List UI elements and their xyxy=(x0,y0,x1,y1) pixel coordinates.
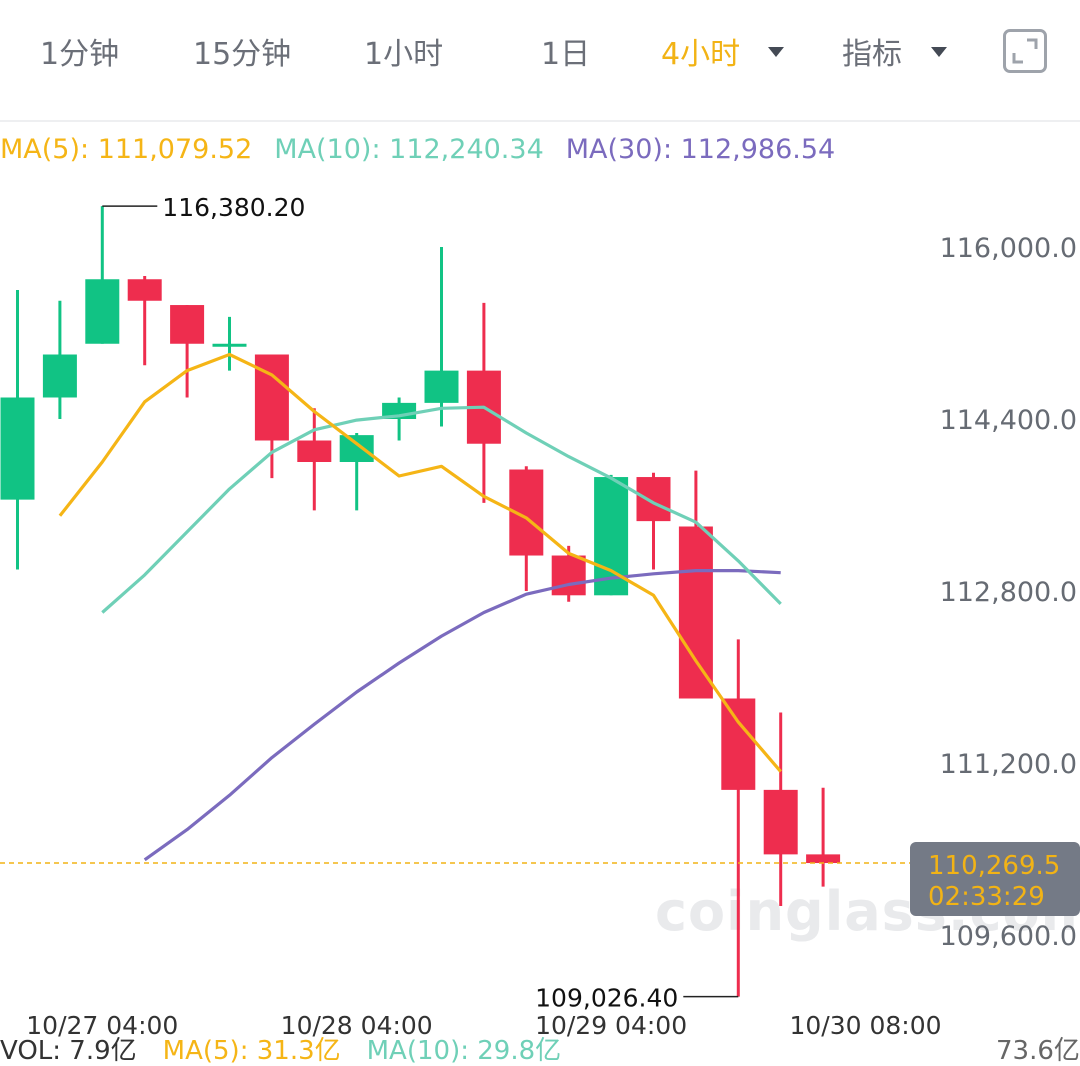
high-price-label: 116,380.20 xyxy=(162,193,305,222)
volume-legend: VOL: 7.9亿 MA(5): 31.3亿 MA(10): 29.8亿 xyxy=(0,1036,587,1066)
candle-body xyxy=(636,477,671,522)
candle-body xyxy=(424,370,459,403)
vol-value: VOL: 7.9亿 xyxy=(0,1036,137,1066)
candle-body xyxy=(127,279,162,301)
vol-axis-value: 73.6亿 xyxy=(996,1036,1080,1066)
candle-body xyxy=(551,555,586,596)
candle-body xyxy=(42,354,77,398)
candle-body xyxy=(721,698,756,790)
low-price-label: 109,026.40 xyxy=(535,984,678,1013)
candle-body xyxy=(212,343,247,347)
y-axis-label: 112,800.0 xyxy=(940,577,1077,608)
y-axis-label: 111,200.0 xyxy=(940,749,1077,780)
candle-body xyxy=(0,397,35,500)
current-price: 110,269.5 xyxy=(928,851,1061,881)
candle-body xyxy=(806,854,841,864)
candle-body xyxy=(297,440,332,462)
candle-body xyxy=(678,526,713,699)
current-price-tag: 110,269.5 02:33:29 xyxy=(910,842,1080,916)
vol-ma5: MA(5): 31.3亿 xyxy=(162,1036,341,1066)
candle-countdown: 02:33:29 xyxy=(928,882,1045,912)
y-axis-label: 109,600.0 xyxy=(940,921,1077,952)
candle-body xyxy=(170,305,205,344)
candle-body xyxy=(339,435,374,462)
candle-body xyxy=(763,789,798,855)
x-axis-label: 10/30 08:00 xyxy=(789,1011,941,1040)
vol-ma10: MA(10): 29.8亿 xyxy=(366,1036,562,1066)
ma5-line xyxy=(58,352,782,773)
candle-body xyxy=(85,279,120,344)
y-axis-label: 114,400.0 xyxy=(940,405,1077,436)
y-axis-label: 116,000.0 xyxy=(940,233,1077,264)
